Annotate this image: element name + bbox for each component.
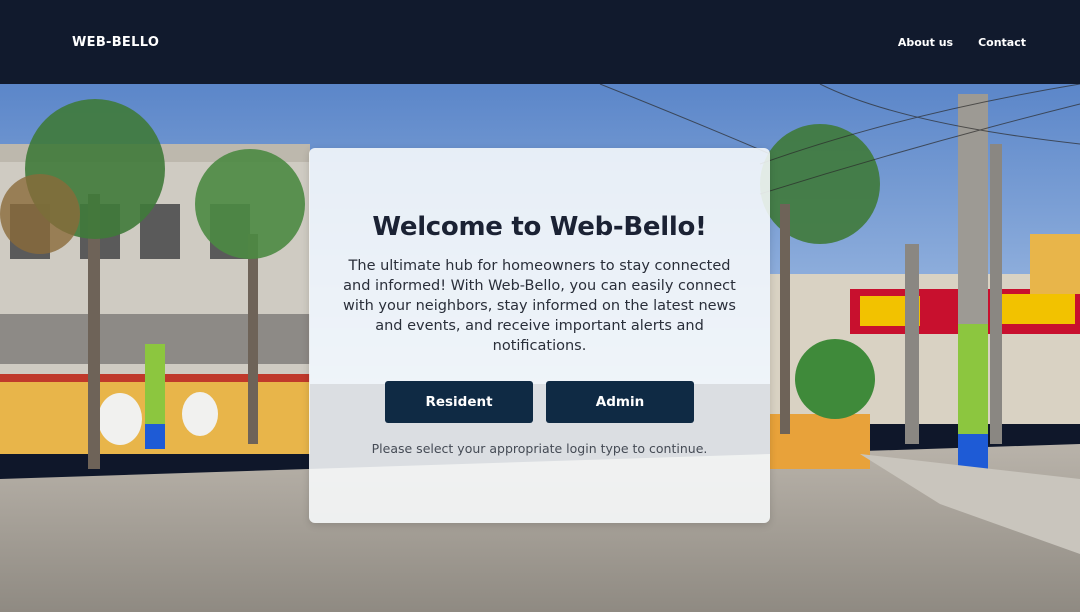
welcome-title: Welcome to Web-Bello! xyxy=(372,212,707,242)
welcome-description: The ultimate hub for homeowners to stay … xyxy=(343,258,736,354)
login-type-buttons: Resident Admin xyxy=(309,381,770,423)
nav-links: About us Contact xyxy=(898,36,1026,49)
nav-link-contact[interactable]: Contact xyxy=(978,36,1026,49)
top-navbar: WEB-BELLO About us Contact xyxy=(0,0,1080,84)
login-instruction-text: Please select your appropriate login typ… xyxy=(371,441,708,456)
welcome-card: Welcome to Web-Bello! The ultimate hub f… xyxy=(309,148,770,523)
admin-login-button[interactable]: Admin xyxy=(546,381,694,423)
nav-link-about-us[interactable]: About us xyxy=(898,36,953,49)
resident-login-button[interactable]: Resident xyxy=(385,381,533,423)
brand-logo-link[interactable]: WEB-BELLO xyxy=(72,35,159,50)
